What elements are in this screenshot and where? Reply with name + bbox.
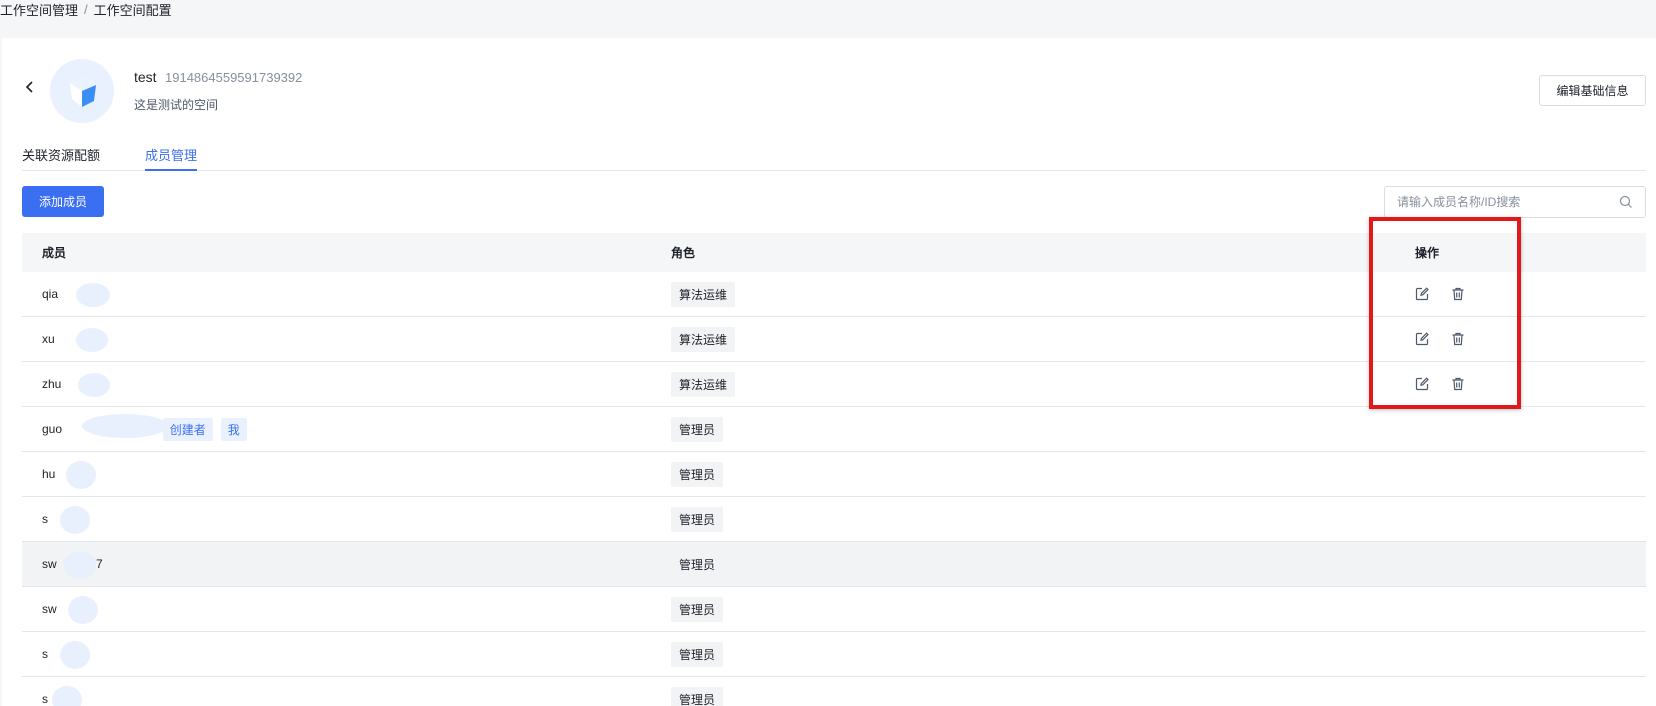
table-row: guo om.cn创建者我 管理员 bbox=[22, 407, 1646, 452]
search-icon[interactable] bbox=[1619, 195, 1633, 209]
member-table: 成员 角色 操作 qia 01@ 算法运维 xu ub2 算法运维 zhu ai1 算法运… bbox=[22, 233, 1646, 706]
table-row: qia 01@ 算法运维 bbox=[22, 272, 1646, 317]
edit-icon[interactable] bbox=[1414, 286, 1430, 302]
member-cell: zhu ai1 bbox=[42, 373, 110, 397]
row-actions bbox=[1414, 331, 1466, 347]
edit-icon[interactable] bbox=[1414, 331, 1430, 347]
member-cell: qia 01@ bbox=[42, 283, 110, 307]
row-actions bbox=[1414, 376, 1466, 392]
header-action: 操作 bbox=[1415, 246, 1440, 260]
header-member: 成员 bbox=[42, 246, 67, 260]
member-cell: hu ix bbox=[42, 461, 96, 489]
redaction-blob bbox=[66, 461, 96, 489]
redaction-blob bbox=[82, 413, 168, 438]
member-cell: guo om.cn创建者我 bbox=[42, 413, 247, 441]
member-search bbox=[1384, 186, 1646, 218]
chevron-left-icon bbox=[25, 81, 33, 93]
redaction-blob bbox=[60, 506, 90, 534]
member-cell: sw 1 bbox=[42, 596, 98, 624]
member-cell: s y2 bbox=[42, 641, 90, 669]
redaction-blob bbox=[68, 596, 98, 624]
role-tag: 管理员 bbox=[671, 551, 724, 577]
table-header: 成员 角色 操作 bbox=[22, 233, 1646, 272]
role-tag: 管理员 bbox=[671, 506, 724, 532]
redaction-blob bbox=[64, 551, 96, 579]
tab-resource-quota[interactable]: 关联资源配额 bbox=[22, 145, 100, 171]
redaction-blob bbox=[76, 283, 110, 307]
member-cell: xu ub2 bbox=[42, 328, 108, 352]
tab-bar: 关联资源配额 成员管理 bbox=[22, 139, 1646, 171]
table-row: xu ub2 算法运维 bbox=[22, 317, 1646, 362]
me-tag: 我 bbox=[220, 417, 247, 441]
table-row: s y2 管理员 bbox=[22, 632, 1646, 677]
table-row: sw 1 管理员 bbox=[22, 587, 1646, 632]
table-row: sw y0417 管理员 bbox=[22, 542, 1646, 587]
cube-icon bbox=[70, 77, 96, 107]
member-name: s bbox=[42, 692, 48, 706]
table-row: zhu ai1 算法运维 bbox=[22, 362, 1646, 407]
role-tag: 算法运维 bbox=[671, 281, 736, 307]
add-member-button[interactable]: 添加成员 bbox=[22, 186, 104, 217]
breadcrumb-item-workspace-config: 工作空间配置 bbox=[93, 2, 172, 18]
row-actions bbox=[1414, 286, 1466, 302]
trash-icon[interactable] bbox=[1450, 331, 1466, 347]
workspace-name: test bbox=[134, 69, 157, 85]
edit-basic-info-button[interactable]: 编辑基础信息 bbox=[1539, 75, 1646, 106]
workspace-id: 1914864559591739392 bbox=[165, 70, 303, 85]
redaction-blob bbox=[52, 686, 82, 706]
workspace-description: 这是测试的空间 bbox=[134, 98, 219, 112]
tab-member-management[interactable]: 成员管理 bbox=[145, 145, 198, 171]
back-button[interactable] bbox=[22, 79, 38, 95]
workspace-avatar bbox=[50, 59, 114, 123]
breadcrumb-item-workspace-management[interactable]: 工作空间管理 bbox=[0, 0, 78, 19]
member-cell: sw y0417 bbox=[42, 551, 103, 579]
header-role: 角色 bbox=[671, 246, 696, 260]
table-body: qia 01@ 算法运维 xu ub2 算法运维 zhu ai1 算法运维 guo om.c… bbox=[22, 272, 1646, 706]
creator-tag: 创建者 bbox=[162, 417, 213, 441]
role-tag: 管理员 bbox=[671, 686, 724, 706]
trash-icon[interactable] bbox=[1450, 286, 1466, 302]
trash-icon[interactable] bbox=[1450, 376, 1466, 392]
search-input[interactable] bbox=[1397, 195, 1619, 209]
redaction-blob bbox=[78, 373, 110, 397]
redaction-blob bbox=[76, 328, 108, 352]
role-tag: 管理员 bbox=[671, 641, 724, 667]
table-row: s gy 管理员 bbox=[22, 497, 1646, 542]
role-tag: 管理员 bbox=[671, 596, 724, 622]
role-tag: 算法运维 bbox=[671, 371, 736, 397]
member-cell: s gy bbox=[42, 506, 90, 534]
role-tag: 管理员 bbox=[671, 461, 724, 487]
breadcrumb-separator: / bbox=[84, 1, 88, 17]
edit-icon[interactable] bbox=[1414, 376, 1430, 392]
role-tag: 管理员 bbox=[671, 416, 724, 442]
redaction-blob bbox=[60, 641, 90, 669]
breadcrumb: 工作空间管理 / 工作空间配置 bbox=[0, 0, 172, 18]
table-row: hu ix 管理员 bbox=[22, 452, 1646, 497]
table-row: s 管理员 bbox=[22, 677, 1646, 706]
member-cell: s bbox=[42, 686, 82, 706]
role-tag: 算法运维 bbox=[671, 326, 736, 352]
